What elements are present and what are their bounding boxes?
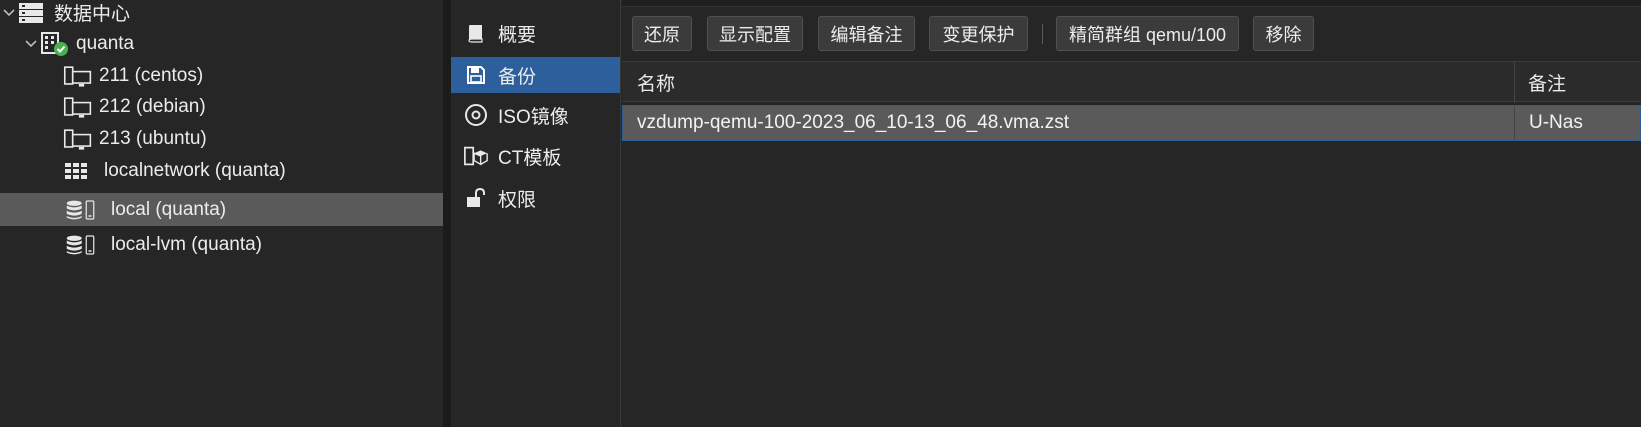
node-online-icon (40, 31, 70, 57)
vm-icon (63, 126, 93, 152)
tree-label-storage: local (quanta) (111, 198, 227, 220)
nav-label: 概要 (498, 24, 537, 46)
book-icon (463, 20, 489, 46)
nav-label: CT模板 (498, 147, 562, 169)
toolbar-separator (1042, 24, 1043, 44)
column-header-notes[interactable]: 备注 (1528, 62, 1566, 103)
column-divider (1514, 106, 1515, 140)
disc-icon (463, 102, 489, 128)
tree-label-sdn: localnetwork (quanta) (104, 159, 286, 181)
resource-tree: 数据中心 quanta 211 (centos) 212 (debian) 21… (0, 0, 443, 427)
tree-label-storage: local-lvm (quanta) (111, 233, 262, 255)
grid-header: 名称 备注 (622, 61, 1641, 103)
tree-item-sdn[interactable]: localnetwork (quanta) (0, 154, 443, 187)
nav-item-summary[interactable]: 概要 (451, 15, 620, 51)
nav-item-backup[interactable]: 备份 (451, 57, 620, 93)
cell-name: vzdump-qemu-100-2023_06_10-13_06_48.vma.… (637, 112, 1069, 133)
floppy-disk-icon (463, 62, 489, 88)
server-rack-icon (18, 0, 48, 26)
nav-label: ISO镜像 (498, 106, 569, 128)
chevron-down-icon[interactable] (24, 37, 38, 51)
nav-item-ct-templates[interactable]: CT模板 (451, 138, 620, 174)
nav-label: 备份 (498, 66, 537, 88)
nav-item-iso[interactable]: ISO镜像 (451, 97, 620, 133)
vm-icon (63, 63, 93, 89)
tree-item-vm[interactable]: 211 (centos) (0, 59, 443, 92)
backup-panel: 还原 显示配置 编辑备注 变更保护 精简群组 qemu/100 移除 名称 备注… (622, 0, 1641, 427)
show-config-button[interactable]: 显示配置 (707, 16, 803, 51)
tree-item-storage[interactable]: local-lvm (quanta) (0, 228, 443, 261)
prune-group-button[interactable]: 精简群组 qemu/100 (1056, 16, 1239, 51)
tree-label-node: quanta (76, 32, 135, 54)
tree-item-node[interactable]: quanta (0, 27, 443, 60)
edit-notes-button[interactable]: 编辑备注 (818, 16, 915, 51)
network-grid-icon (64, 158, 94, 184)
tree-label-vm: 212 (debian) (99, 95, 206, 117)
restore-button[interactable]: 还原 (632, 16, 692, 51)
nav-label: 权限 (498, 189, 537, 211)
table-row[interactable]: vzdump-qemu-100-2023_06_10-13_06_48.vma.… (622, 105, 1641, 141)
nav-item-permissions[interactable]: 权限 (451, 180, 620, 216)
vm-icon (63, 94, 93, 120)
tree-item-datacenter[interactable]: 数据中心 (0, 0, 443, 29)
tree-item-vm[interactable]: 213 (ubuntu) (0, 122, 443, 155)
tree-label-vm: 211 (centos) (99, 64, 204, 86)
cell-notes: U-Nas (1529, 112, 1583, 133)
storage-nav-menu: 概要 备份 ISO镜像 CT模板 权限 (451, 0, 621, 427)
column-divider[interactable] (1514, 62, 1515, 103)
tree-label-vm: 213 (ubuntu) (99, 127, 207, 149)
toolbar: 还原 显示配置 编辑备注 变更保护 精简群组 qemu/100 移除 (622, 8, 1641, 60)
container-template-icon (463, 143, 489, 169)
change-protection-button[interactable]: 变更保护 (929, 16, 1028, 51)
unlock-icon (463, 185, 489, 211)
storage-icon (66, 197, 96, 223)
storage-icon (66, 232, 96, 258)
app-root: 数据中心 quanta 211 (centos) 212 (debian) 21… (0, 0, 1641, 427)
column-header-name[interactable]: 名称 (637, 62, 675, 103)
panel-top-strip (622, 0, 1641, 7)
remove-button[interactable]: 移除 (1253, 16, 1314, 51)
tree-label-datacenter: 数据中心 (54, 4, 131, 25)
panel-splitter[interactable] (443, 0, 451, 427)
tree-item-vm[interactable]: 212 (debian) (0, 90, 443, 123)
chevron-down-icon[interactable] (2, 6, 16, 20)
tree-item-storage[interactable]: local (quanta) (0, 193, 443, 226)
